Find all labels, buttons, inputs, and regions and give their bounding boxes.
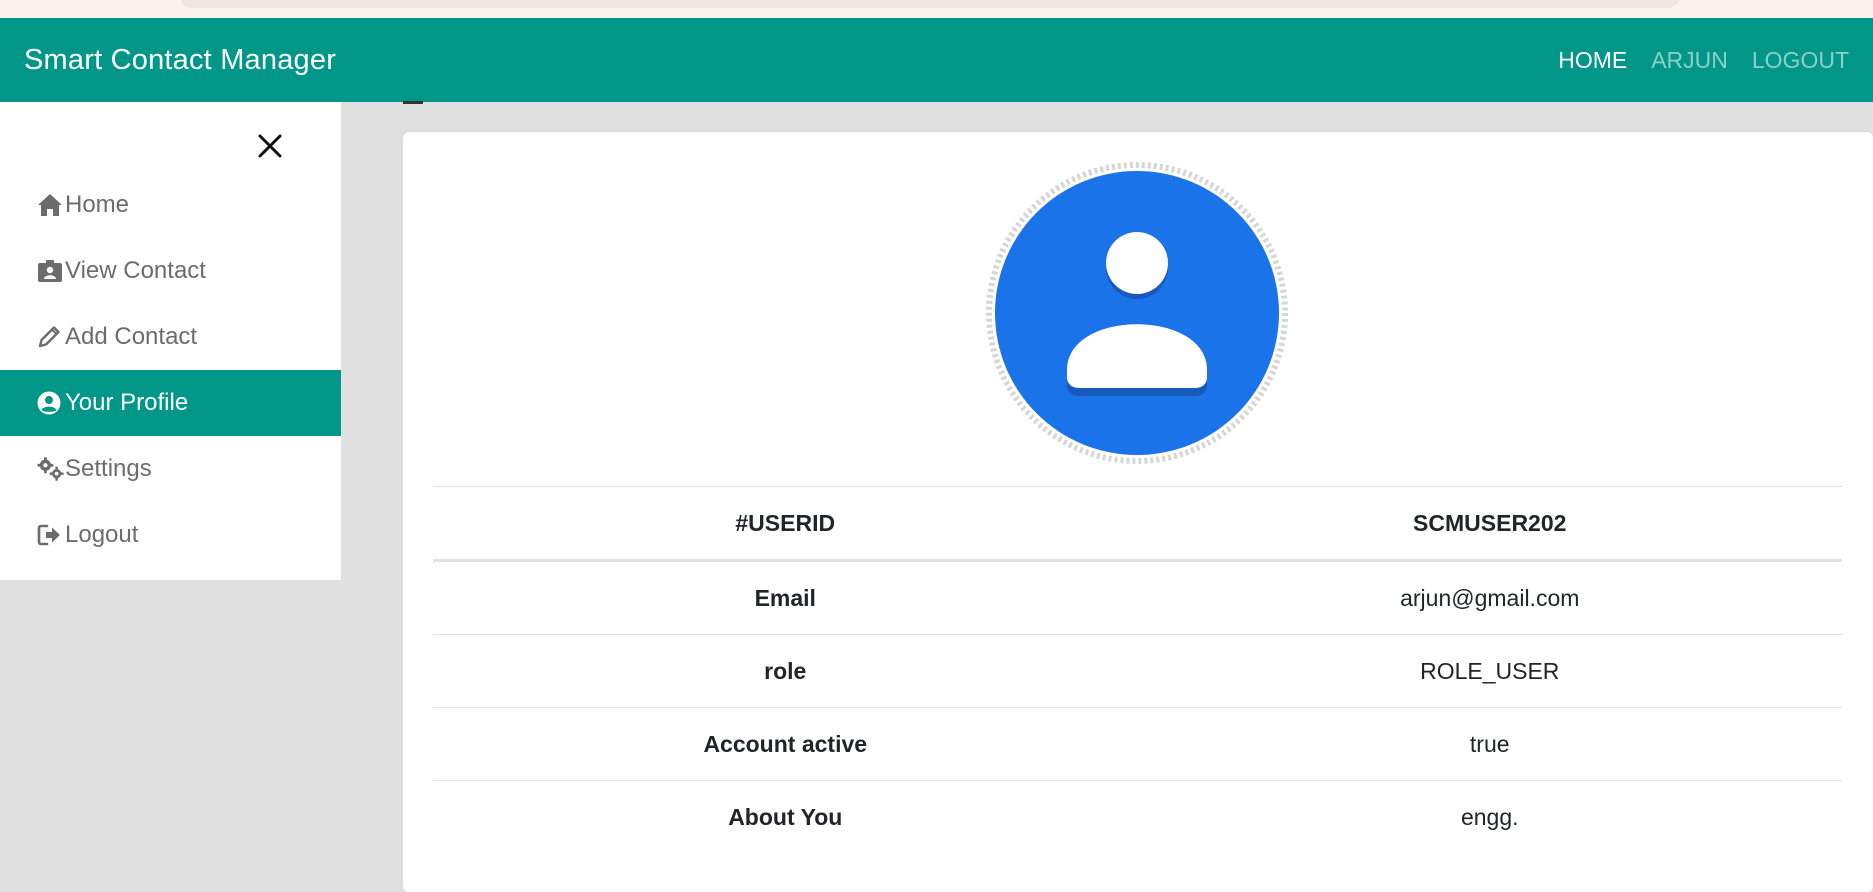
email-value: arjun@gmail.com — [1137, 560, 1842, 635]
sidebar-item-add-contact[interactable]: Add Contact — [0, 304, 341, 370]
sidebar-item-label: Home — [65, 191, 130, 218]
profile-table: #USERID SCMUSER202 Email arjun@gmail.com… — [433, 486, 1842, 853]
role-value: ROLE_USER — [1137, 634, 1842, 708]
sidebar-item-label: Settings — [65, 455, 152, 482]
role-label: role — [433, 634, 1138, 708]
sidebar-item-label: Your Profile — [65, 389, 189, 416]
user-id-label: #USERID — [433, 486, 1138, 562]
sidebar-item-label: View Contact — [65, 257, 206, 284]
sidebar-item-view-contact[interactable]: View Contact — [0, 238, 341, 304]
table-header-row: #USERID SCMUSER202 — [433, 486, 1842, 562]
browser-top-strip — [0, 0, 1873, 18]
sidebar-item-your-profile[interactable]: Your Profile — [0, 370, 341, 436]
brand-title[interactable]: Smart Contact Manager — [24, 44, 336, 77]
table-row: Account active true — [433, 707, 1842, 781]
content-divider-mark — [403, 101, 423, 104]
nav-logout-link[interactable]: LOGOUT — [1752, 47, 1849, 74]
account-active-label: Account active — [433, 707, 1138, 781]
table-row: Email arjun@gmail.com — [433, 560, 1842, 635]
sidebar: Home View Contact Add Contact Your Profi… — [0, 102, 341, 581]
sidebar-item-home[interactable]: Home — [0, 172, 341, 238]
nav-links: HOME ARJUN LOGOUT — [1534, 47, 1849, 74]
table-row: role ROLE_USER — [433, 634, 1842, 708]
sidebar-menu: Home View Contact Add Contact Your Profi… — [0, 172, 341, 568]
id-badge-icon — [37, 258, 65, 284]
profile-card: #USERID SCMUSER202 Email arjun@gmail.com… — [403, 132, 1873, 892]
about-label: About You — [433, 780, 1138, 853]
pencil-icon — [37, 324, 65, 350]
top-navbar: Smart Contact Manager HOME ARJUN LOGOUT — [0, 18, 1873, 102]
sidebar-item-logout[interactable]: Logout — [0, 502, 341, 568]
about-value: engg. — [1137, 780, 1842, 853]
browser-address-pill — [180, 0, 1680, 8]
table-row: About You engg. — [433, 780, 1842, 853]
sidebar-item-settings[interactable]: Settings — [0, 436, 341, 502]
gears-icon — [37, 456, 65, 482]
logout-icon — [37, 522, 65, 548]
user-circle-icon — [37, 390, 65, 416]
email-label: Email — [433, 560, 1138, 635]
user-id-value: SCMUSER202 — [1137, 486, 1842, 562]
sidebar-item-label: Add Contact — [65, 323, 198, 350]
close-icon[interactable] — [256, 132, 284, 160]
home-icon — [37, 192, 65, 218]
nav-user-link[interactable]: ARJUN — [1651, 47, 1728, 74]
sidebar-item-label: Logout — [65, 521, 139, 548]
avatar — [986, 162, 1288, 464]
nav-home-link[interactable]: HOME — [1558, 47, 1627, 74]
account-active-value: true — [1137, 707, 1842, 781]
